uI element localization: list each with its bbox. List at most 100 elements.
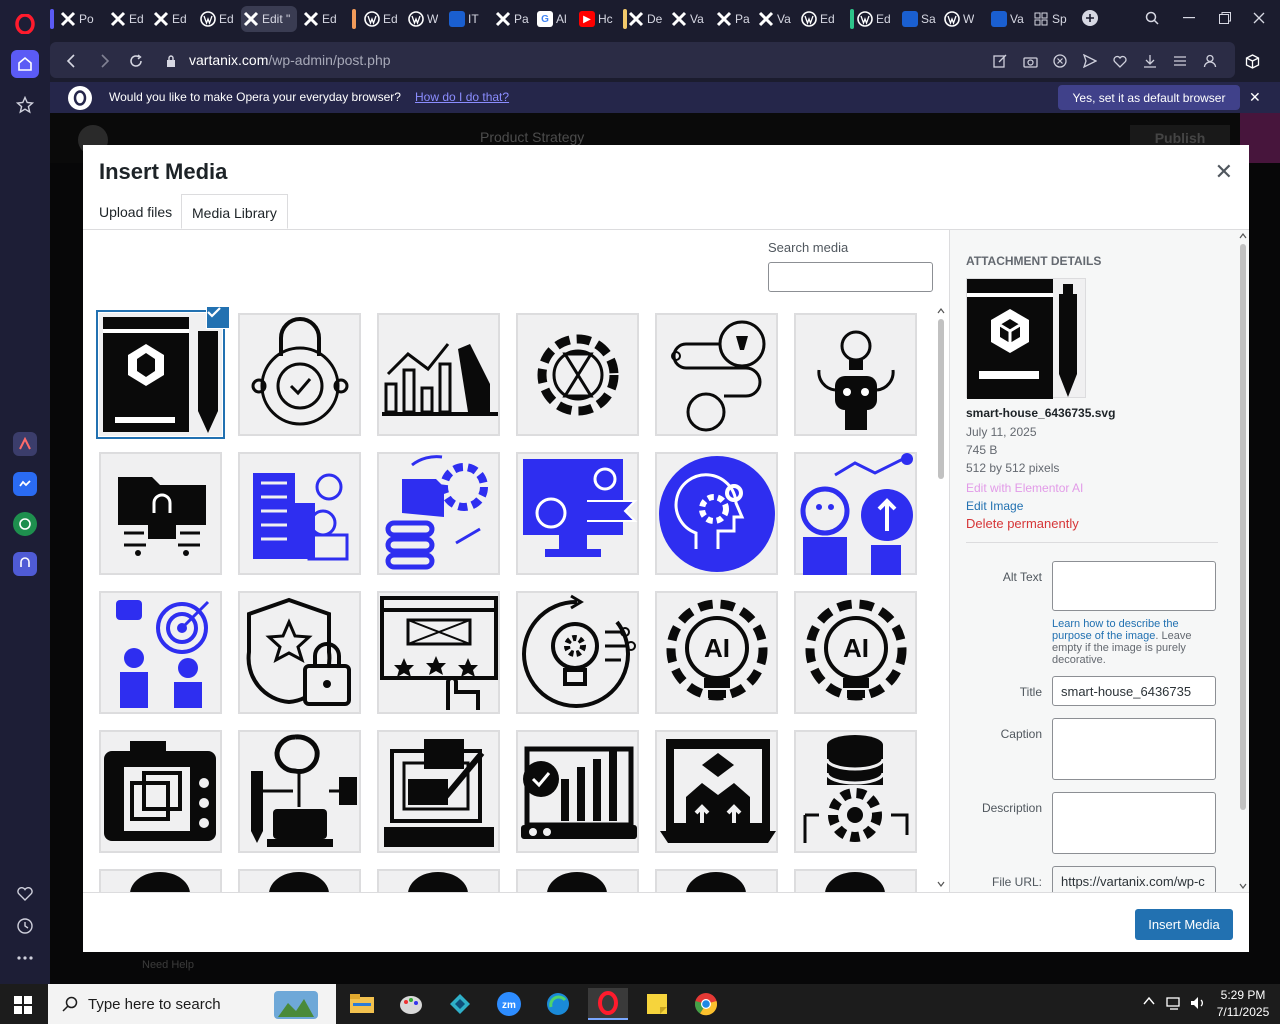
close-window-icon[interactable]	[1249, 8, 1269, 28]
star-icon[interactable]	[11, 91, 39, 119]
browser-tab[interactable]: Pa	[714, 6, 754, 32]
sticky-notes-icon[interactable]	[637, 988, 677, 1020]
delete-permanently-link[interactable]: Delete permanently	[966, 516, 1079, 531]
zoom-icon[interactable]: zm	[489, 988, 529, 1020]
paint-icon[interactable]	[391, 988, 431, 1020]
account-icon[interactable]	[1201, 52, 1219, 70]
maximize-icon[interactable]	[1215, 8, 1235, 28]
browser-tab[interactable]: Po	[58, 6, 98, 32]
media-item[interactable]	[516, 730, 639, 853]
browser-tab[interactable]: Edit "	[241, 6, 297, 32]
more-dots-icon[interactable]	[11, 944, 39, 972]
edit-with-ai-link[interactable]: Edit with Elementor AI	[966, 481, 1083, 495]
media-item[interactable]	[377, 730, 500, 853]
easy-setup-icon[interactable]	[1171, 52, 1189, 70]
browser-tab[interactable]: De	[626, 6, 666, 32]
browser-tab[interactable]: Ed	[301, 6, 341, 32]
media-item[interactable]	[238, 313, 361, 436]
media-item[interactable]	[238, 869, 361, 892]
media-item[interactable]	[99, 591, 222, 714]
media-item[interactable]	[377, 869, 500, 892]
send-icon[interactable]	[1081, 52, 1099, 70]
details-scrollbar[interactable]	[1238, 230, 1248, 892]
media-item[interactable]	[377, 452, 500, 575]
home-icon[interactable]	[11, 50, 39, 78]
back-icon[interactable]	[62, 52, 80, 70]
set-default-button[interactable]: Yes, set it as default browser	[1058, 85, 1240, 110]
reload-icon[interactable]	[127, 52, 145, 70]
browser-tab[interactable]: Ed	[151, 6, 191, 32]
camera-icon[interactable]	[1021, 52, 1039, 70]
opera-logo-icon[interactable]	[11, 10, 39, 38]
media-item[interactable]	[99, 869, 222, 892]
whatsapp-icon[interactable]	[13, 512, 37, 536]
media-item[interactable]	[655, 452, 778, 575]
browser-tab[interactable]: Ed	[198, 6, 238, 32]
media-item[interactable]	[794, 869, 917, 892]
media-item[interactable]	[655, 730, 778, 853]
browser-tab[interactable]: Ed	[799, 6, 839, 32]
media-item[interactable]	[238, 452, 361, 575]
media-item[interactable]	[516, 313, 639, 436]
browser-tab[interactable]: Va	[669, 6, 709, 32]
heart-icon[interactable]	[11, 880, 39, 908]
browser-tab[interactable]: W	[406, 6, 446, 32]
media-item[interactable]	[516, 452, 639, 575]
browser-tab[interactable]: Va	[989, 6, 1029, 32]
app-diamond-icon[interactable]	[440, 988, 480, 1020]
browser-tab[interactable]: ▶ Hc	[577, 6, 617, 32]
media-item[interactable]	[794, 313, 917, 436]
media-item[interactable]	[99, 307, 230, 436]
download-icon[interactable]	[1141, 52, 1159, 70]
url-box[interactable]: vartanix.com/wp-admin/post.php	[50, 42, 1235, 78]
media-item[interactable]	[99, 730, 222, 853]
windows-start-icon[interactable]	[14, 996, 32, 1014]
media-item[interactable]	[377, 313, 500, 436]
aria-icon[interactable]	[13, 432, 37, 456]
media-item[interactable]	[377, 591, 500, 714]
browser-tab[interactable]: Ed	[108, 6, 148, 32]
media-item[interactable]: AI	[655, 591, 778, 714]
forward-icon[interactable]	[96, 52, 114, 70]
browser-tab[interactable]: Sp	[1031, 6, 1071, 32]
browser-tab[interactable]: W	[942, 6, 982, 32]
edge-icon[interactable]	[538, 988, 578, 1020]
close-modal-icon[interactable]: ✕	[1215, 159, 1233, 185]
new-tab-icon[interactable]	[1080, 8, 1100, 28]
selected-check-icon[interactable]	[206, 307, 230, 329]
grid-scrollbar[interactable]	[936, 305, 946, 890]
media-item[interactable]	[655, 313, 778, 436]
volume-icon[interactable]	[1190, 995, 1206, 1011]
network-icon[interactable]	[1166, 995, 1182, 1011]
browser-tab[interactable]: Pa	[493, 6, 533, 32]
tray-chevron-icon[interactable]	[1143, 996, 1155, 1006]
media-item[interactable]	[238, 730, 361, 853]
media-item[interactable]: AI	[794, 591, 917, 714]
music-player-icon[interactable]	[13, 552, 37, 576]
tab-search-icon[interactable]	[1142, 8, 1162, 28]
search-media-input[interactable]	[768, 262, 933, 292]
browser-tab[interactable]: G Al	[535, 6, 575, 32]
media-item[interactable]	[794, 452, 917, 575]
history-clock-icon[interactable]	[11, 912, 39, 940]
media-item[interactable]	[655, 869, 778, 892]
adblock-icon[interactable]	[1051, 52, 1069, 70]
opera-taskbar-icon[interactable]	[588, 988, 628, 1020]
banner-close-icon[interactable]: ✕	[1249, 89, 1261, 106]
browser-tab[interactable]: Ed	[362, 6, 402, 32]
chrome-icon[interactable]	[686, 988, 726, 1020]
taskbar-search-box[interactable]: Type here to search	[48, 984, 336, 1024]
minimize-icon[interactable]	[1179, 8, 1199, 28]
bookmark-heart-icon[interactable]	[1111, 52, 1129, 70]
media-item[interactable]	[794, 730, 917, 853]
banner-help-link[interactable]: How do I do that?	[415, 90, 509, 104]
edit-page-icon[interactable]	[991, 52, 1009, 70]
description-field[interactable]	[1052, 792, 1216, 854]
browser-tab[interactable]: Sa	[900, 6, 940, 32]
caption-field[interactable]	[1052, 718, 1216, 780]
messenger-icon[interactable]	[13, 472, 37, 496]
media-item[interactable]	[99, 452, 222, 575]
tab-upload-files[interactable]: Upload files	[89, 194, 182, 229]
browser-tab[interactable]: Ed	[855, 6, 895, 32]
browser-tab[interactable]: Va	[756, 6, 796, 32]
